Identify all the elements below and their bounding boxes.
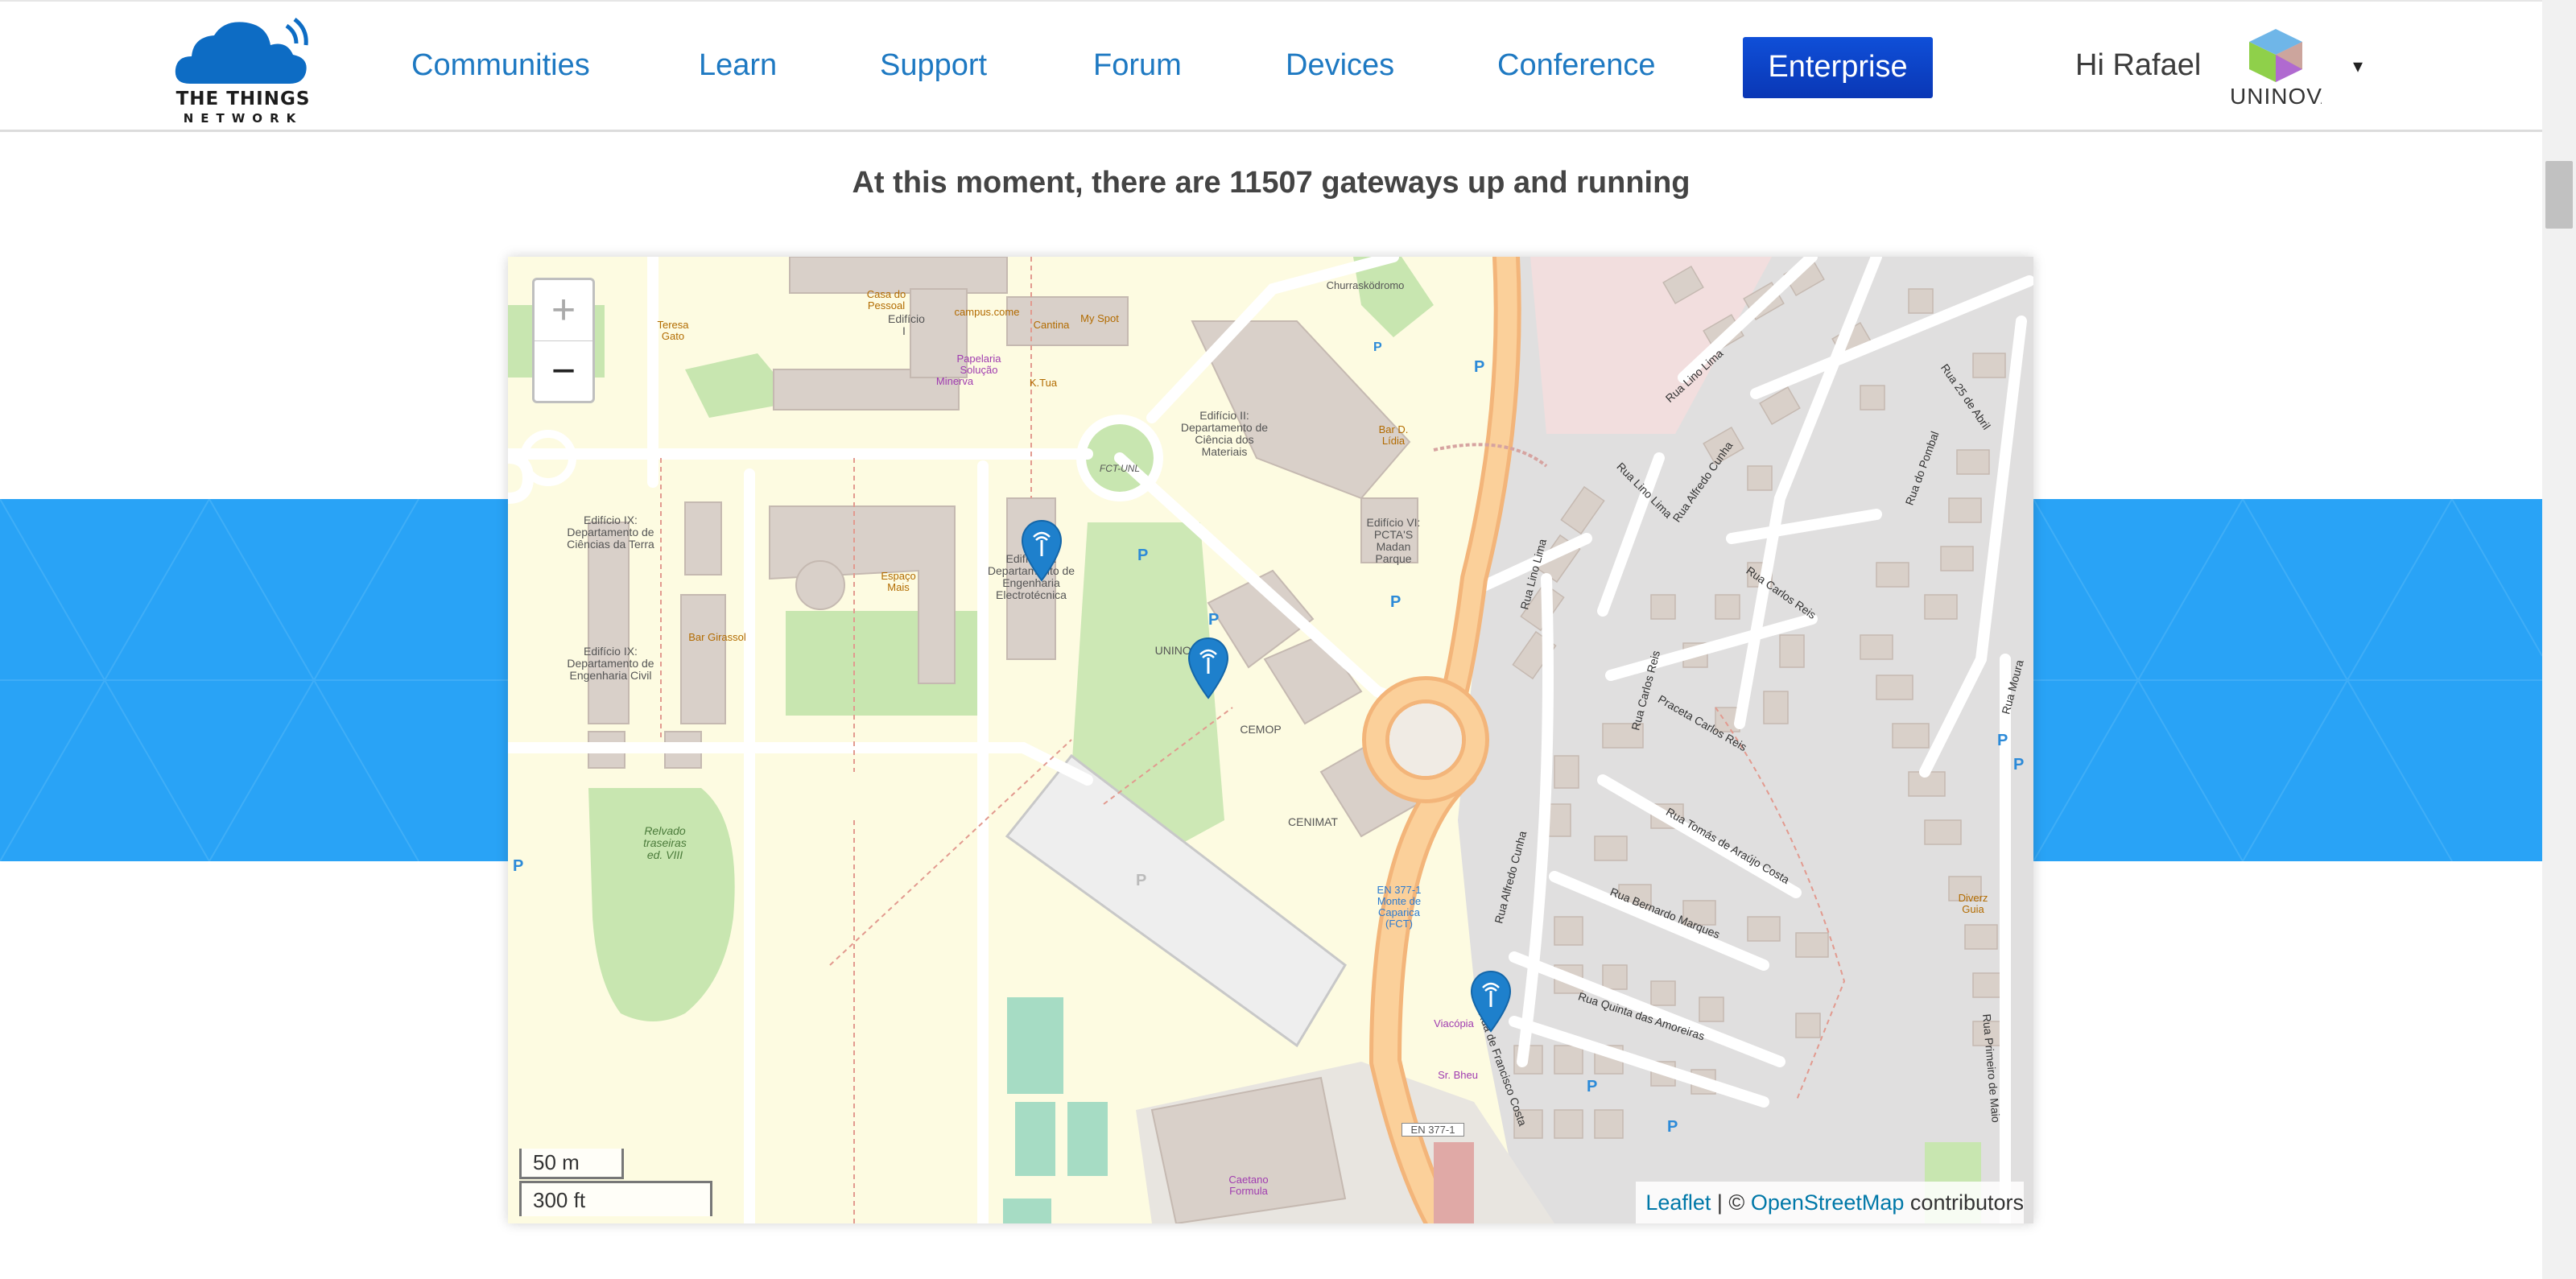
parking-icon: P [1667, 1118, 1678, 1136]
avatar-label: UNINOVA [2230, 84, 2322, 109]
parking-icon: P [1137, 547, 1149, 564]
nav-devices[interactable]: Devices [1286, 48, 1394, 83]
ttn-logo[interactable]: THE THINGS NETWORK [174, 18, 312, 127]
label-edificio-6: Edifício VI: PCTA'S Madan Parque [1366, 516, 1421, 565]
amenity-bar-girassol: Bar Girassol [688, 631, 746, 643]
gateways-count-headline: At this moment, there are 11507 gateways… [852, 166, 1690, 200]
enterprise-button[interactable]: Enterprise [1743, 37, 1933, 98]
label-edificio-9b: Edifício IX: Departamento de Engenharia … [567, 645, 654, 682]
amenity-teresa-gato: Teresa Gato [657, 319, 689, 342]
osm-link[interactable]: OpenStreetMap [1751, 1190, 1905, 1215]
parking-icon: P [1390, 593, 1402, 611]
map-tiles[interactable] [508, 257, 2033, 1223]
parking-icon: P [1474, 358, 1485, 376]
parking-icon: P [1136, 872, 1147, 889]
site-header: THE THINGS NETWORK Communities Learn Sup… [0, 0, 2542, 132]
scale-metric: 50 m [519, 1149, 624, 1179]
zoom-in-button[interactable]: + [535, 280, 592, 341]
map-attribution: Leaflet | © OpenStreetMap contributors [1636, 1182, 2024, 1223]
label-cemop: CEMOP [1240, 723, 1282, 736]
nav-communities[interactable]: Communities [411, 48, 590, 83]
gateway-marker-icon[interactable] [1187, 637, 1229, 699]
chevron-down-icon[interactable]: ▾ [2353, 55, 2363, 78]
parking-icon: P [1373, 340, 1382, 354]
label-caetano: Caetano Formula [1228, 1174, 1269, 1197]
label-relvado: Relvado traseiras ed. VIII [643, 824, 687, 861]
nav-support[interactable]: Support [880, 48, 987, 83]
uninova-cube-icon [2249, 29, 2302, 82]
parking-icon: P [1587, 1078, 1598, 1095]
attribution-suffix: contributors [1904, 1190, 2024, 1215]
user-greeting[interactable]: Hi Rafael [2075, 48, 2201, 83]
amenity-my-spot: My Spot [1080, 312, 1119, 324]
zoom-out-button[interactable]: − [535, 341, 592, 402]
cloud-logo-icon [175, 18, 308, 84]
label-bus-stop: EN 377-1 Monte de Caparica (FCT) [1377, 884, 1422, 930]
nav-learn[interactable]: Learn [699, 48, 777, 83]
amenity-espaco-mais: Espaço Mais [881, 570, 916, 593]
parking-icon: P [1208, 611, 1220, 629]
label-diverz: Diverz Guia [1958, 892, 1988, 915]
gateway-marker-icon[interactable] [1021, 519, 1063, 582]
scrollbar-thumb[interactable] [2545, 161, 2573, 229]
amenity-minerva: Minerva [935, 375, 974, 387]
gateway-marker-icon[interactable] [1470, 970, 1512, 1033]
logo-subtitle: NETWORK [183, 111, 303, 126]
label-edificio-2: Edifício II: Departamento de Ciência dos… [1180, 409, 1269, 458]
nav-forum[interactable]: Forum [1093, 48, 1182, 83]
zoom-control: + − [532, 278, 595, 403]
parking-icon: P [513, 857, 524, 875]
amenity-papelaria: Papelaria Solução [956, 353, 1001, 376]
label-edificio-1: Edifício I [888, 312, 925, 337]
scale-imperial: 300 ft [519, 1181, 712, 1216]
label-sr-bheu: Sr. Bheu [1438, 1069, 1478, 1081]
label-cenimat: CENIMAT [1288, 815, 1338, 828]
attribution-sep: | © [1711, 1190, 1751, 1215]
parking-icon: P [1997, 732, 2008, 749]
avatar[interactable]: UNINOVA [2230, 26, 2322, 109]
gateway-map[interactable]: Edifício I Edifício II: Departamento de … [508, 257, 2033, 1223]
label-en3771: EN 377-1 [1402, 1123, 1464, 1137]
leaflet-link[interactable]: Leaflet [1645, 1190, 1711, 1215]
label-churrasqueira: Churrasködromo [1326, 279, 1405, 291]
amenity-bar-lidia: Bar D. Lídia [1378, 423, 1409, 447]
amenity-campus-come: campus.come [954, 306, 1020, 318]
parking-icon: P [2013, 756, 2025, 774]
amenity-ktua: K.Tua [1029, 377, 1058, 389]
nav-conference[interactable]: Conference [1497, 48, 1655, 83]
label-fct: FCT-UNL [1099, 463, 1141, 474]
logo-title: THE THINGS [175, 89, 311, 109]
amenity-casa-pessoal: Casa do Pessoal [866, 288, 906, 311]
label-edificio-9a: Edifício IX: Departamento de Ciências da… [567, 514, 654, 551]
